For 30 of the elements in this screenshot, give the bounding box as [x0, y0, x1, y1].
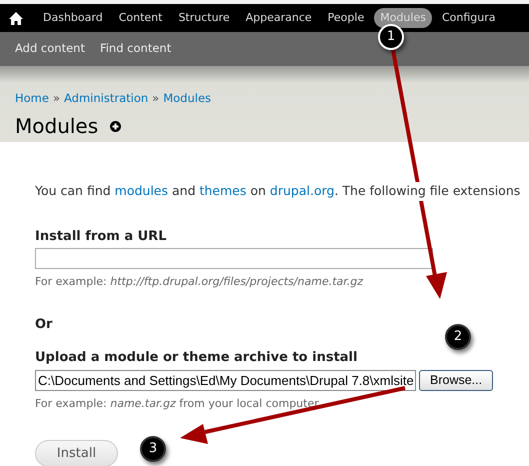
- breadcrumb-link[interactable]: Modules: [163, 90, 212, 108]
- toolbar-tab[interactable]: Structure: [172, 8, 236, 28]
- or-text: Or: [35, 316, 54, 334]
- breadcrumb-separator: »: [52, 90, 60, 107]
- toolbar-tab[interactable]: Content: [112, 8, 168, 28]
- toolbar-tab[interactable]: Configura: [436, 8, 502, 28]
- hint-text: For example: http://ftp.drupal.org/files/projects/name.tar.gz: [35, 274, 364, 290]
- browse-button[interactable]: Browse...: [419, 370, 494, 391]
- home-icon[interactable]: [9, 12, 23, 24]
- link[interactable]: modules: [114, 183, 168, 198]
- step-number: 2: [445, 324, 471, 350]
- step-number: 3: [140, 436, 166, 462]
- install-button[interactable]: Install: [35, 440, 118, 466]
- breadcrumb-link[interactable]: Home: [15, 90, 49, 108]
- page-title: Modules: [15, 113, 98, 140]
- breadcrumb-separator: »: [152, 90, 160, 107]
- toolbar-tab[interactable]: Appearance: [240, 8, 318, 28]
- toolbar-tab[interactable]: Dashboard: [37, 8, 109, 28]
- add-shortcut-icon[interactable]: [110, 120, 122, 132]
- field-label: Upload a module or theme archive to install: [35, 349, 358, 368]
- breadcrumb-link[interactable]: Administration: [64, 90, 148, 108]
- field-label: Install from a URL: [35, 228, 168, 246]
- file-input-field[interactable]: C:\Documents and Settings\Ed\My Documents\Drupal 7.8\xmlsite: [35, 370, 416, 391]
- hint-text: For example: name.tar.gz from your local computer: [35, 396, 320, 412]
- shortcut-link[interactable]: Add content: [15, 40, 85, 58]
- toolbar-tab[interactable]: People: [322, 8, 370, 28]
- url-input-field[interactable]: [35, 248, 433, 270]
- link[interactable]: drupal.org: [270, 183, 334, 198]
- shortcut-link[interactable]: Find content: [100, 40, 172, 58]
- link[interactable]: themes: [199, 183, 246, 198]
